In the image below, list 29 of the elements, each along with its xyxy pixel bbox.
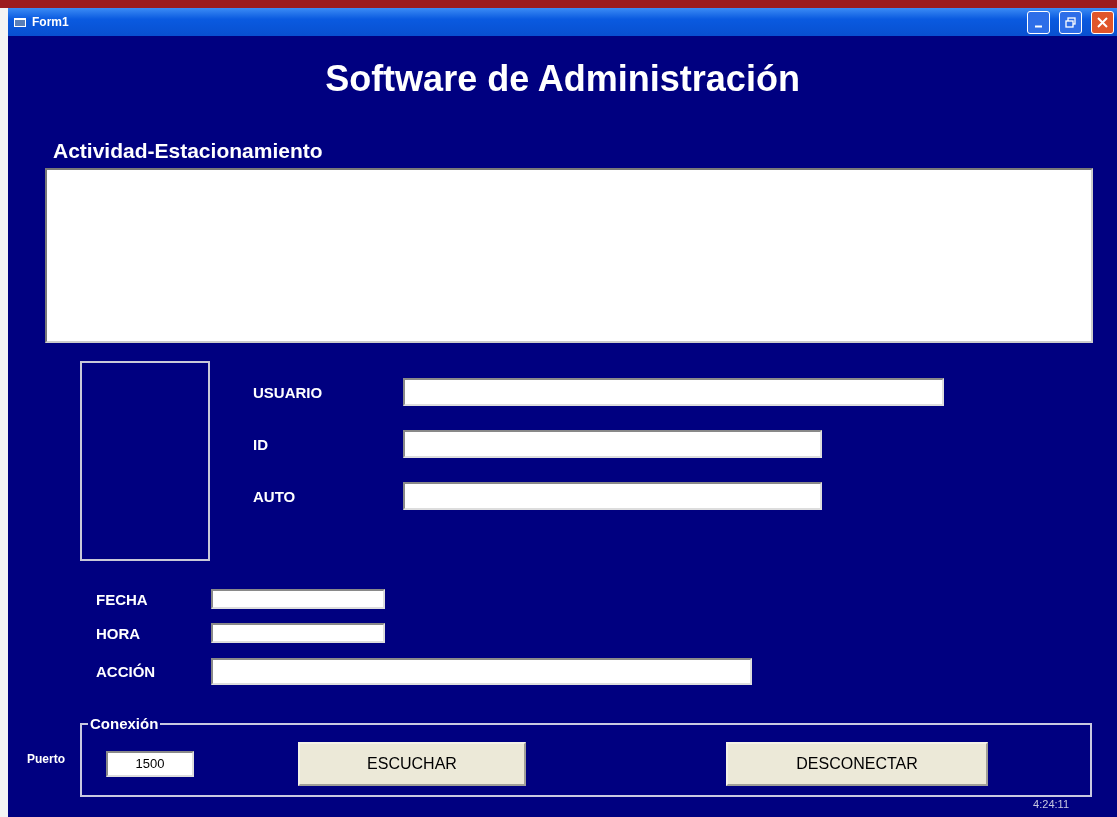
window-icon xyxy=(14,17,26,27)
restore-button[interactable] xyxy=(1059,10,1082,34)
port-label: Puerto xyxy=(27,751,66,766)
minimize-button[interactable] xyxy=(1027,10,1050,34)
input-field[interactable] xyxy=(403,378,944,406)
action-button[interactable]: ESCUCHAR xyxy=(298,741,526,786)
port-field[interactable]: 1500 xyxy=(106,750,194,777)
app-heading: Software de Administración xyxy=(324,58,801,100)
field-label: USUARIO xyxy=(253,383,324,401)
close-button[interactable] xyxy=(1091,10,1114,34)
activity-label: Actividad-Estacionamiento xyxy=(53,139,324,163)
field-label: ACCIÓN xyxy=(96,663,157,680)
input-field[interactable] xyxy=(211,658,752,685)
action-button[interactable]: DESCONECTAR xyxy=(726,741,988,786)
input-field[interactable] xyxy=(211,589,385,609)
minimize-icon xyxy=(1035,24,1042,28)
window-title: Form1 xyxy=(32,15,70,29)
input-field[interactable] xyxy=(211,623,385,643)
field-label: ID xyxy=(253,435,269,453)
input-field[interactable] xyxy=(403,482,822,510)
activity-log-field[interactable] xyxy=(45,168,1093,343)
restore-icon xyxy=(1065,16,1076,28)
close-icon xyxy=(1097,16,1108,28)
field-label: AUTO xyxy=(253,487,297,505)
field-label: HORA xyxy=(96,624,142,642)
input-field[interactable] xyxy=(403,430,822,458)
field-label: FECHA xyxy=(96,590,149,608)
group-title: Conexión xyxy=(89,715,160,732)
clock-label: 4:24:11 xyxy=(1033,798,1069,810)
